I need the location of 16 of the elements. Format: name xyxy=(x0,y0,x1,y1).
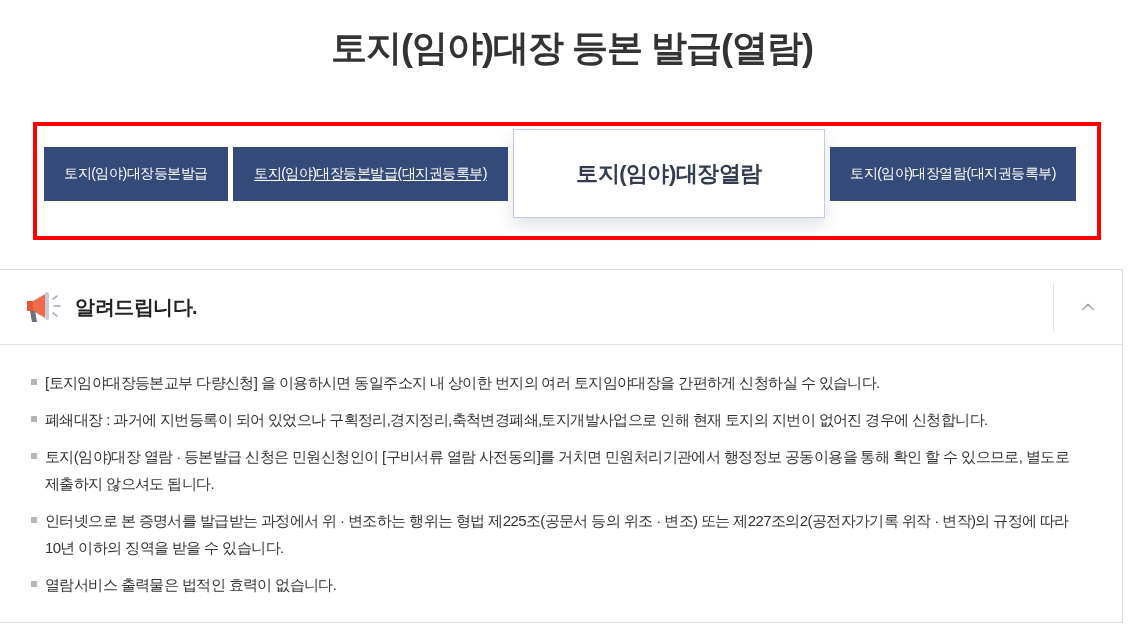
tab[interactable]: 토지(임야)대장열람(대지권등록부) xyxy=(830,146,1076,201)
tab[interactable]: 토지(임야)대장열람 xyxy=(513,129,825,218)
notice-text: 열람서비스 출력물은 법적인 효력이 없습니다. xyxy=(45,575,338,595)
bullet-icon xyxy=(31,453,37,459)
notice-text: 토지(임야)대장 열람 · 등본발급 신청은 민원신청인이 [구비서류 열람 사전동의]를 거치면 민원처리기관에서 행정정보 공동이용을 통해 확인 할 수 있으므로, 별도로 제출하지 않으셔도 됩니다. xyxy=(45,447,1071,494)
bullet-icon xyxy=(31,581,37,587)
bullet-icon xyxy=(31,379,37,385)
notice-text: [토지임야대장등본교부 다량신청] 을 이용하시면 동일주소지 내 상이한 번지의 여러 토지임야대장을 간편하게 신청하실 수 있습니다. xyxy=(45,373,881,393)
tab[interactable]: 토지(임야)대장등본발급 xyxy=(44,146,228,201)
tab[interactable]: 토지(임야)대장등본발급(대지권등록부) xyxy=(233,146,508,201)
page-title: 토지(임야)대장 등본 발급(열람) xyxy=(330,26,814,70)
notice-text: 폐쇄대장 : 과거에 지번등록이 되어 있었으나 구획정리,경지정리,축척변경폐쇄,토지개발사업으로 인해 현재 토지의 지번이 없어진 경우에 신청합니다. xyxy=(45,410,989,430)
bullet-icon xyxy=(31,517,37,523)
notice-text: 인터넷으로 본 증명서를 발급받는 과정에서 위 · 변조하는 행위는 형법 제225조(공문서 등의 위조 · 변조) 또는 제227조의2(공전자가기록 위작 · 변작)의 규정에 따라 10년 이하의 징역을 받을 수 있습니다. xyxy=(45,511,1070,558)
bullet-icon xyxy=(31,416,37,422)
notice-title: 알려드립니다. xyxy=(75,295,198,320)
